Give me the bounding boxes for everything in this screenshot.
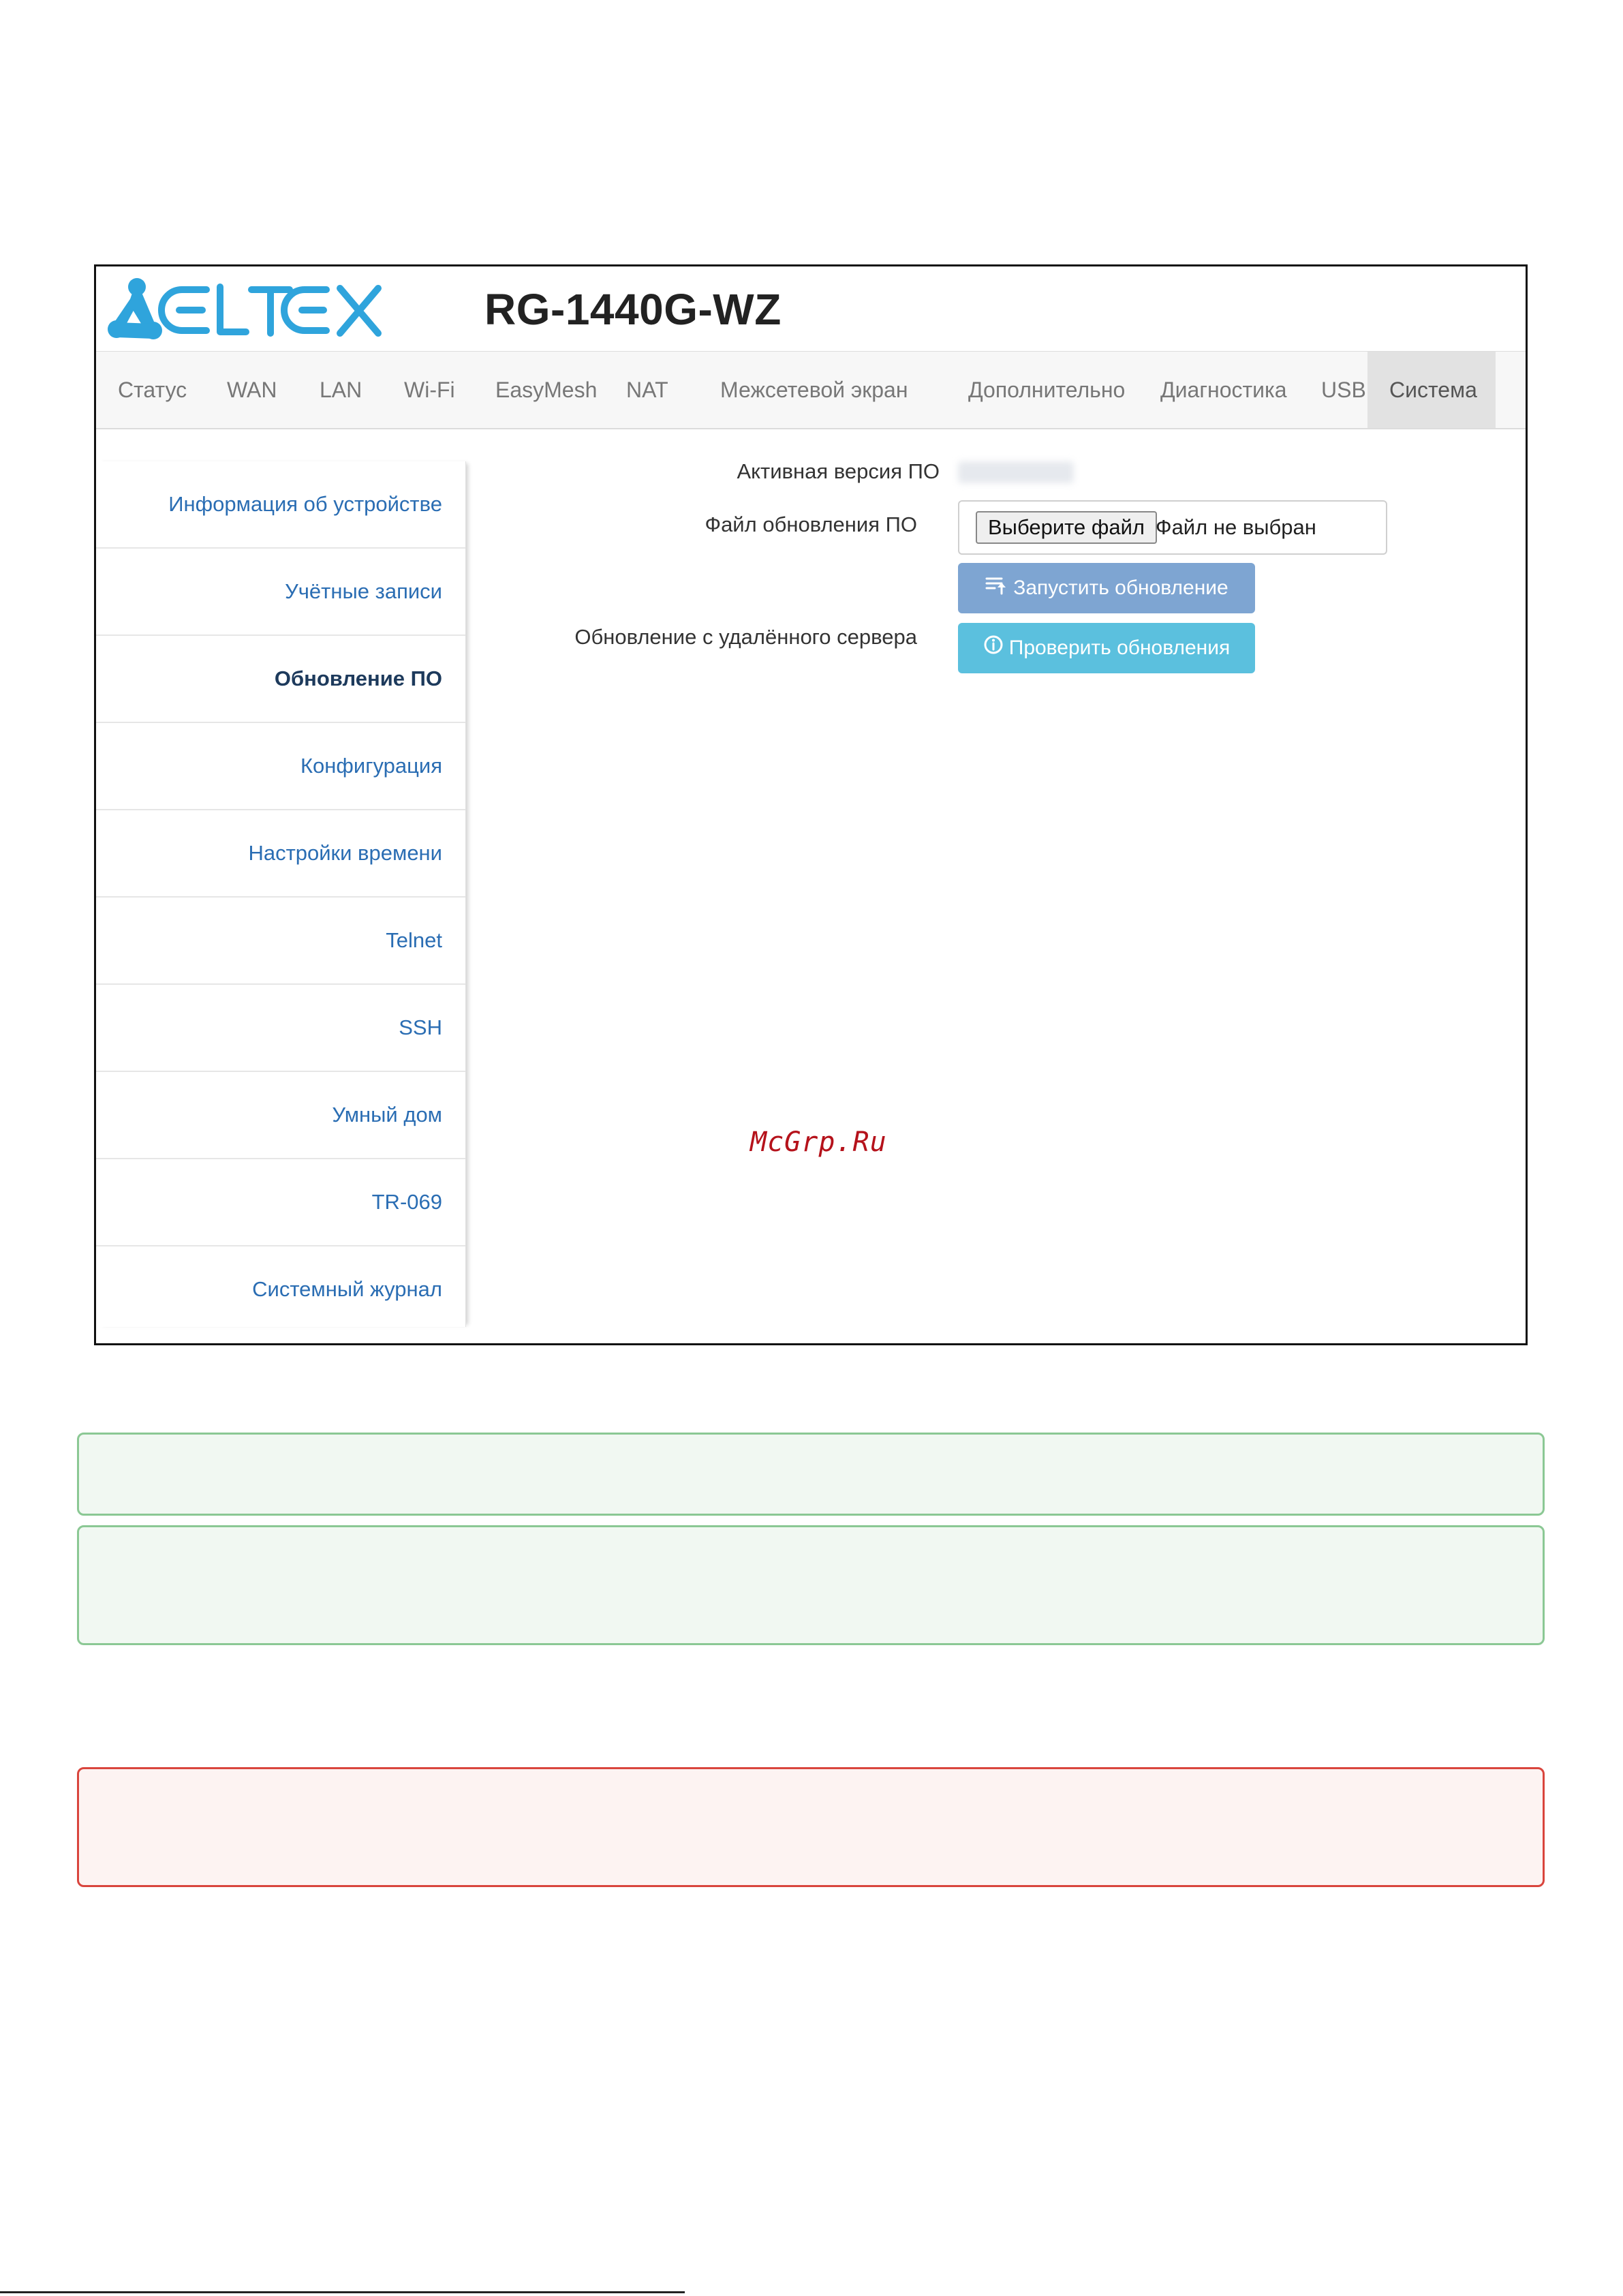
active-version-value-blurred: [958, 461, 1074, 483]
sidebar-item-ssh[interactable]: SSH: [96, 985, 465, 1072]
file-status-text: Файл не выбран: [1156, 515, 1316, 539]
sidebar-item-tr069[interactable]: TR-069: [96, 1159, 465, 1246]
nav-tab-wifi[interactable]: Wi-Fi: [382, 352, 477, 428]
sidebar-item-system-log[interactable]: Системный журнал: [96, 1246, 465, 1334]
info-note-box-1: [77, 1433, 1545, 1516]
run-update-label: Запустить обновление: [1013, 577, 1228, 599]
nav-tab-lan[interactable]: LAN: [298, 352, 384, 428]
sidebar-item-configuration[interactable]: Конфигурация: [96, 723, 465, 810]
warning-note-box: [77, 1767, 1545, 1887]
active-version-label: Активная версия ПО: [737, 459, 940, 483]
sidebar-item-accounts[interactable]: Учётные записи: [96, 549, 465, 636]
info-note-box-2: [77, 1525, 1545, 1645]
nav-tab-system[interactable]: Система: [1367, 352, 1496, 428]
info-circle-icon: [983, 624, 1004, 674]
device-model-title: RG-1440G-WZ: [484, 285, 782, 334]
eltex-logo: [108, 278, 382, 339]
check-updates-button[interactable]: Проверить обновления: [958, 623, 1255, 673]
sidebar-item-time-settings[interactable]: Настройки времени: [96, 810, 465, 898]
nav-tab-firewall[interactable]: Межсетевой экран: [698, 352, 929, 428]
sidebar-item-firmware-update[interactable]: Обновление ПО: [96, 636, 465, 723]
router-web-ui-screenshot: RG-1440G-WZ Статус WAN LAN Wi-Fi EasyMes…: [94, 264, 1528, 1345]
run-update-button[interactable]: Запустить обновление: [958, 563, 1255, 613]
sidebar-menu: Информация об устройстве Учётные записи …: [96, 461, 466, 1327]
header: RG-1440G-WZ: [96, 266, 1526, 351]
nav-tab-wan[interactable]: WAN: [205, 352, 298, 428]
top-navigation: Статус WAN LAN Wi-Fi EasyMesh NAT Межсет…: [96, 351, 1526, 429]
sidebar-item-device-info[interactable]: Информация об устройстве: [96, 461, 465, 549]
nav-tab-easymesh[interactable]: EasyMesh: [474, 352, 619, 428]
sidebar-item-telnet[interactable]: Telnet: [96, 898, 465, 985]
remote-update-label: Обновление с удалённого сервера: [574, 625, 917, 649]
update-list-icon: [985, 564, 1008, 614]
nav-tab-diagnostics[interactable]: Диагностика: [1139, 352, 1309, 428]
sidebar-item-smart-home[interactable]: Умный дом: [96, 1072, 465, 1159]
update-file-label: Файл обновления ПО: [705, 512, 918, 536]
check-updates-label: Проверить обновления: [1008, 637, 1231, 659]
choose-file-button[interactable]: Выберите файл: [976, 511, 1158, 544]
nav-tab-nat[interactable]: NAT: [604, 352, 690, 428]
watermark: McGrp.Ru: [750, 1127, 887, 1158]
footer-divider: [0, 2291, 685, 2293]
nav-tab-status[interactable]: Статус: [96, 352, 208, 428]
nav-tab-advanced[interactable]: Дополнительно: [946, 352, 1147, 428]
update-file-input[interactable]: Выберите файл Файл не выбран: [958, 500, 1387, 555]
